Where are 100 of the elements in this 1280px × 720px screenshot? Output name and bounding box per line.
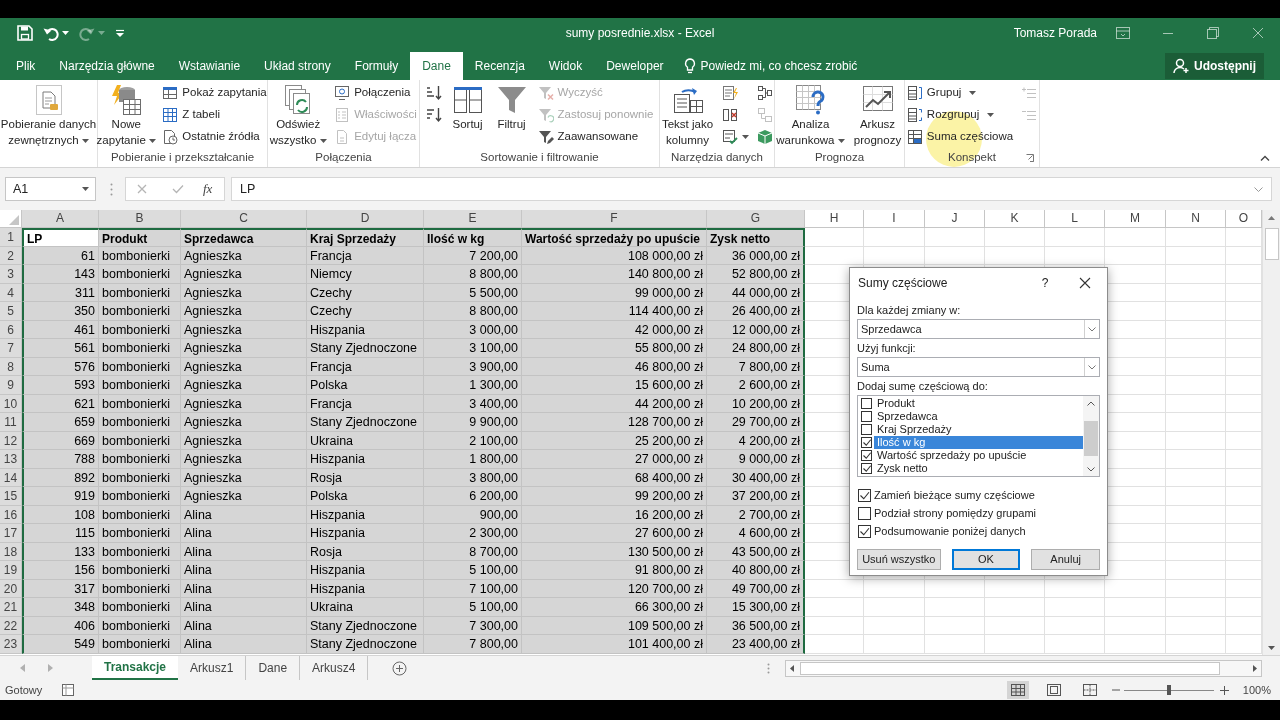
select-field[interactable]: Suma [857,357,1100,377]
table-cell: bombonierki [99,450,181,469]
column-header[interactable]: I [864,210,925,228]
column-header[interactable]: K [985,210,1045,228]
zoom-in-button[interactable] [1219,685,1229,695]
ribbon-button[interactable]: Grupuj [904,82,1016,104]
ribbon-tab[interactable]: Widok [536,52,595,80]
option-label[interactable]: Zamień bieżące sumy częściowe [874,486,1035,504]
row-header[interactable]: 3 [0,265,22,284]
row-header[interactable]: 13 [0,450,22,469]
column-header[interactable]: N [1166,210,1226,228]
checkbox[interactable] [861,463,872,474]
column-header[interactable]: L [1045,210,1105,228]
ribbon-button[interactable]: Suma częściowa [904,126,1016,148]
column-header[interactable]: G [707,210,805,228]
new-sheet-button[interactable] [392,660,408,676]
row-header[interactable]: 23 [0,635,22,654]
zoom-slider[interactable] [1123,685,1214,695]
row-header[interactable]: 11 [0,413,22,432]
checkbox[interactable] [861,450,872,461]
ribbon-tab[interactable]: Recenzja [462,52,537,80]
dialog-button[interactable]: Anuluj [1031,549,1100,570]
ribbon-button[interactable]: Rozgrupuj [904,104,1016,126]
ribbon-button[interactable]: Nowe zapytanie [96,82,157,148]
dialog-button[interactable]: Usuń wszystko [857,549,941,570]
collapse-ribbon-button[interactable] [1260,155,1270,161]
row-header[interactable]: 7 [0,339,22,358]
ribbon-button[interactable]: Filtruj [491,82,532,148]
ribbon-button[interactable]: Analiza warunkowa [774,82,847,148]
sheet-tab[interactable]: Transakcje [92,656,179,680]
checkbox[interactable] [858,488,871,502]
list-item[interactable]: Ilość w kg [874,436,1083,449]
ribbon-button[interactable]: Zaawansowane [535,126,656,148]
help-button[interactable]: ? [1037,273,1053,292]
table-cell: 99 200,00 zł [522,487,707,506]
checkbox[interactable] [861,398,872,409]
column-header[interactable]: C [181,210,307,228]
list-item[interactable]: Produkt [874,397,1083,410]
row-header[interactable]: 1 [0,228,22,247]
ribbon-button[interactable]: Pokaż zapytania [160,82,269,104]
checkbox[interactable] [858,506,871,520]
ribbon-tab[interactable]: Wstawianie [166,52,253,80]
row-header[interactable]: 15 [0,487,22,506]
vertical-dots-icon [767,662,770,674]
column-header[interactable]: F [522,210,707,228]
row-header[interactable]: 19 [0,561,22,580]
ribbon-tab[interactable]: Układ strony [252,52,343,80]
close-button[interactable] [1079,276,1091,289]
scrollbar-thumb[interactable] [800,661,1220,675]
row-header[interactable]: 17 [0,524,22,543]
ribbon-button[interactable]: Pobieranie danych zewnętrznych [0,82,98,148]
share-button[interactable]: Udostępnij [1165,53,1264,79]
ribbon-tab[interactable]: Narzędzia główne [47,52,167,80]
scrollbar-thumb[interactable] [1264,228,1279,260]
option-label[interactable]: Podział strony pomiędzy grupami [874,504,1037,522]
list-item[interactable]: Sprzedawca [874,410,1083,423]
name-box[interactable]: A1 [5,177,96,201]
tell-me-button[interactable]: Powiedz mi, co chcesz zrobić [683,52,858,80]
ribbon-button[interactable]: Połączenia [332,82,419,104]
ribbon-tab[interactable]: Deweloper [594,52,676,80]
option-label[interactable]: Podsumowanie poniżej danych [874,522,1026,540]
ribbon-tab[interactable]: Dane [410,52,463,80]
dialog-launcher-button[interactable] [1026,154,1034,162]
column-header[interactable]: B [99,210,181,228]
slider-thumb[interactable] [1166,685,1171,695]
column-header[interactable]: O [1226,210,1262,228]
column-header[interactable]: E [424,210,522,228]
ribbon-button[interactable]: Sortuj [447,82,488,148]
dialog-button[interactable]: OK [951,549,1021,570]
row-header[interactable]: 9 [0,376,22,395]
checkbox[interactable] [861,424,872,435]
chevron-up-icon [1260,155,1270,161]
ribbon-button[interactable]: Tekst jako kolumny [659,82,716,148]
header-cell: Sprzedawca [181,228,307,247]
table-cell: 143 [22,265,99,284]
column-header[interactable]: A [22,210,99,228]
list-item[interactable]: Kraj Sprzedaży [874,423,1083,436]
ribbon-tab[interactable]: Formuły [342,52,411,80]
list-item[interactable]: Wartość sprzedaży po upuście [874,449,1083,462]
checkbox[interactable] [861,437,872,448]
column-header[interactable]: D [307,210,424,228]
insert-function-button[interactable]: fx [203,179,213,199]
formula-field[interactable]: LP [231,177,1272,201]
column-header[interactable]: M [1105,210,1166,228]
column-header[interactable]: J [925,210,985,228]
ribbon-button[interactable]: Odśwież wszystko [268,82,329,148]
list-item[interactable]: Zysk netto [874,462,1083,475]
scrollbar-thumb[interactable] [1084,421,1098,456]
column-header[interactable]: H [805,210,864,228]
checkbox[interactable] [861,411,872,422]
list-plus-icon [1021,85,1038,101]
select-field[interactable]: Sprzedawca [857,319,1100,339]
row-header[interactable]: 5 [0,302,22,321]
ribbon-button[interactable]: Z tabeli [160,104,269,126]
checkbox[interactable] [858,524,871,538]
normal-view-button[interactable] [1006,681,1029,699]
row-header[interactable]: 21 [0,598,22,617]
ribbon-button[interactable]: Arkusz prognozy [850,82,905,148]
ribbon-button[interactable]: Ostatnie źródła [160,126,269,148]
ribbon-tab[interactable]: Plik [4,52,48,80]
